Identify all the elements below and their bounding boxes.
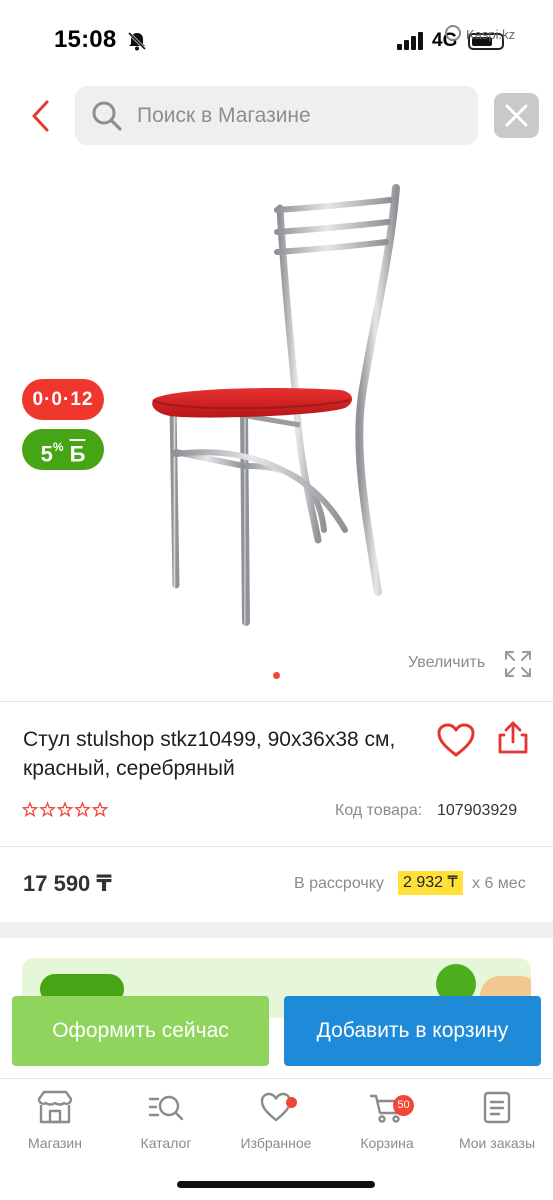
catalog-search-icon	[148, 1095, 184, 1121]
signal-icon	[397, 32, 425, 55]
favorite-heart-icon[interactable]	[436, 722, 476, 763]
home-indicator	[177, 1181, 375, 1188]
share-icon[interactable]	[496, 720, 530, 761]
nav-item-catalog[interactable]: Каталог	[116, 1089, 216, 1151]
divider	[0, 701, 553, 702]
chevron-left-icon	[32, 100, 49, 132]
expand-icon[interactable]	[504, 650, 532, 683]
notification-dot	[286, 1097, 297, 1108]
search-icon	[91, 100, 123, 137]
back-button[interactable]	[22, 96, 62, 136]
nav-item-store[interactable]: Магазин	[5, 1089, 105, 1151]
add-to-cart-button[interactable]: Добавить в корзину	[284, 996, 541, 1066]
gallery-page-indicator	[273, 672, 280, 679]
star-icon	[56, 801, 74, 818]
nav-label: Корзина	[360, 1135, 414, 1151]
nav-label: Магазин	[27, 1135, 82, 1151]
product-title: Стул stulshop stkz10499, 90x36x38 см, кр…	[23, 728, 396, 780]
close-icon	[505, 104, 528, 127]
nav-item-cart[interactable]: 50 Корзина	[337, 1089, 437, 1151]
installment-term: x 6 мес	[472, 875, 526, 892]
heart-icon	[260, 1092, 292, 1122]
section-separator	[0, 922, 553, 938]
bonus-percent: %	[52, 440, 64, 454]
clear-search-button[interactable]	[494, 93, 539, 138]
nav-item-orders[interactable]: Мои заказы	[447, 1089, 547, 1151]
nav-label: Каталог	[140, 1135, 192, 1151]
rating-stars	[21, 801, 112, 824]
store-icon	[37, 1090, 73, 1124]
bonus-badge: 5% Б	[22, 429, 104, 470]
divider	[0, 846, 553, 847]
kaspi-watermark-logo	[445, 25, 461, 41]
sku-label: Код товара:	[335, 802, 423, 819]
product-image[interactable]	[140, 180, 420, 630]
search-input[interactable]: Поиск в Магазине	[75, 86, 478, 145]
sku-value: 107903929	[437, 802, 518, 819]
nav-item-favorites[interactable]: Избранное	[226, 1089, 326, 1151]
product-price: 17 590 ₸	[23, 871, 112, 896]
star-icon	[21, 801, 39, 818]
bell-off-icon	[126, 30, 148, 57]
nav-label: Мои заказы	[458, 1135, 536, 1151]
installment-label: В рассрочку	[294, 875, 384, 892]
bonus-currency: Б	[69, 441, 86, 467]
bonus-value: 5	[40, 441, 53, 467]
cart-count-badge: 50	[393, 1095, 414, 1116]
zoom-label[interactable]: Увеличить	[408, 654, 485, 672]
kaspi-watermark: Kaspi.kz	[466, 27, 516, 42]
status-bar: 15:08 4G Kaspi.kz	[0, 0, 553, 80]
installment-amount: 2 932 ₸	[398, 871, 463, 895]
star-icon	[91, 801, 109, 818]
star-icon	[74, 801, 91, 818]
star-icon	[39, 801, 56, 818]
status-time: 15:08	[54, 26, 117, 53]
buy-now-button[interactable]: Оформить сейчас	[12, 996, 269, 1066]
search-placeholder: Поиск в Магазине	[137, 104, 311, 127]
orders-icon	[483, 1091, 511, 1124]
installment-badge: 0·0·12	[22, 379, 104, 420]
nav-label: Избранное	[240, 1135, 312, 1151]
